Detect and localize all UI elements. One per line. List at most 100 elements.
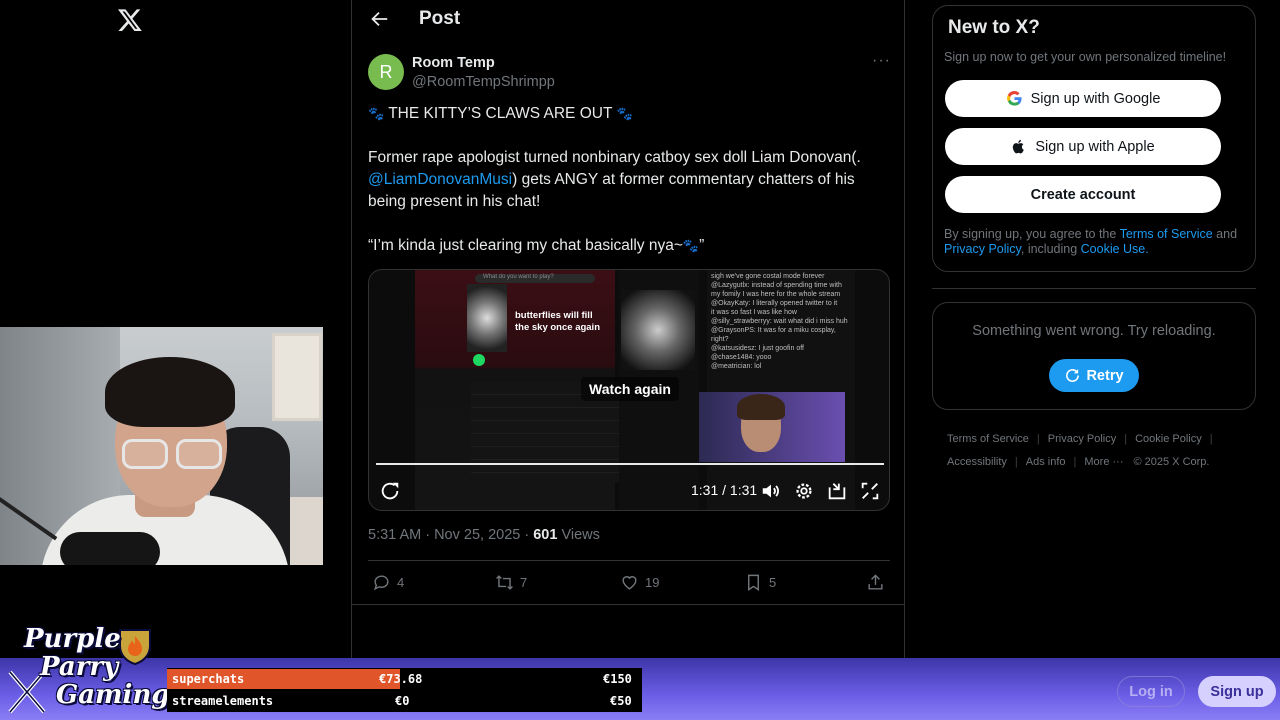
brand-line-1: Purple — [24, 624, 121, 654]
refresh-icon — [1066, 369, 1080, 382]
share-button[interactable] — [866, 570, 885, 594]
apple-signup-label: Sign up with Apple — [1035, 138, 1155, 155]
author-handle[interactable]: @RoomTempShrimpp — [412, 74, 555, 90]
like-button[interactable]: 19 — [620, 570, 659, 594]
picture-in-picture-icon[interactable] — [826, 480, 848, 502]
signup-subtitle: Sign up now to get your own personalized… — [944, 50, 1227, 64]
apple-signup-button[interactable]: Sign up with Apple — [945, 128, 1221, 165]
error-card: Something went wrong. Try reloading. Ret… — [932, 302, 1256, 410]
bookmark-icon — [748, 574, 759, 591]
footer-copyright: © 2025 X Corp. — [1133, 456, 1210, 468]
create-account-button[interactable]: Create account — [945, 176, 1221, 213]
views-label: Views — [557, 527, 600, 543]
goal-current: €73.68 — [379, 672, 423, 686]
video-streamer-cam — [699, 392, 845, 462]
repost-button[interactable]: 7 — [495, 570, 527, 594]
retry-label: Retry — [1086, 367, 1124, 384]
terms-link[interactable]: Terms of Service — [1120, 227, 1213, 241]
bookmark-button[interactable]: 5 — [744, 570, 776, 594]
footer-privacy-link[interactable]: Privacy Policy — [1048, 433, 1116, 445]
settings-gear-icon[interactable] — [793, 480, 815, 502]
signup-title: New to X? — [948, 17, 1040, 38]
page: Post R Room Temp @RoomTempShrimpp ··· 🐾 … — [0, 0, 1280, 720]
more-options-icon[interactable]: ··· — [872, 52, 892, 72]
video-progress-bar[interactable] — [376, 463, 884, 465]
chat-line: @katsusidesz: I just goofin off — [711, 345, 804, 352]
paw-icon: 🐾 — [368, 106, 385, 121]
divider — [352, 604, 905, 605]
cookie-link[interactable]: Cookie Use — [1081, 242, 1146, 256]
reply-button[interactable]: 4 — [372, 570, 404, 594]
stream-brand-logo: Purple Parry Gaming — [6, 624, 170, 720]
footer-tos-link[interactable]: Terms of Service — [947, 433, 1029, 445]
signup-card: New to X? Sign up now to get your own pe… — [932, 5, 1256, 272]
google-signup-button[interactable]: Sign up with Google — [945, 80, 1221, 117]
goal-streamelements: streamelements €0 €50 — [167, 691, 642, 711]
paw-icon: 🐾 — [682, 238, 700, 253]
legal-text: . — [1145, 242, 1149, 256]
video-chat: sigh we've gone costal mode forever @Laz… — [707, 270, 855, 510]
share-icon — [868, 573, 883, 590]
webcam-overlay — [0, 327, 323, 565]
privacy-link[interactable]: Privacy Policy — [944, 242, 1021, 256]
legal-text: and — [1212, 227, 1238, 241]
footer-ads-link[interactable]: Ads info — [1026, 456, 1066, 468]
apple-icon — [1013, 139, 1025, 154]
chat-line: @Lazygutlx: instead of spending time wit… — [711, 282, 842, 298]
google-icon — [1006, 90, 1022, 106]
video-time: 1:31 / 1:31 — [691, 482, 758, 498]
chat-line: @silly_strawberryy: wait what did i miss… — [711, 318, 848, 325]
post-line-1: THE KITTY’S CLAWS ARE OUT — [388, 105, 613, 122]
brand-line-3: Gaming — [56, 680, 170, 710]
replay-icon[interactable] — [379, 480, 401, 502]
retry-button[interactable]: Retry — [1049, 359, 1139, 392]
goal-target: €150 — [603, 672, 632, 686]
bookmark-count: 5 — [769, 574, 777, 590]
goal-current: €0 — [395, 694, 410, 708]
post-meta: 5:31 AM · Nov 25, 2025 · 601 Views — [368, 527, 600, 543]
author-name[interactable]: Room Temp — [412, 55, 495, 71]
login-button[interactable]: Log in — [1117, 676, 1185, 707]
footer-cookie-link[interactable]: Cookie Policy — [1135, 433, 1202, 445]
legal-text: By signing up, you agree to the — [944, 227, 1120, 241]
volume-icon[interactable] — [760, 480, 782, 502]
post-column: Post R Room Temp @RoomTempShrimpp ··· 🐾 … — [351, 0, 905, 658]
post-text: 🐾 THE KITTY’S CLAWS ARE OUT 🐾 Former rap… — [368, 103, 893, 279]
goal-superchats: superchats €73.68 €150 — [167, 669, 642, 689]
watch-again-button[interactable]: Watch again — [581, 377, 679, 401]
footer-accessibility-link[interactable]: Accessibility — [947, 456, 1007, 468]
signup-button[interactable]: Sign up — [1198, 676, 1276, 707]
fullscreen-icon[interactable] — [859, 480, 881, 502]
legal-text: , including — [1020, 242, 1081, 256]
author-avatar[interactable]: R — [368, 54, 404, 90]
footer-links: Terms of Service | Privacy Policy | Cookie P… — [947, 433, 1213, 468]
chat-line: sigh we've gone costal mode forever — [711, 273, 825, 280]
like-count: 19 — [645, 574, 660, 590]
post-line-3-end: ” — [699, 237, 705, 254]
views-count: 601 — [533, 527, 558, 543]
chat-line: @OkayKaty: I literally opened twitter to… — [711, 300, 838, 307]
repost-icon — [496, 574, 513, 590]
goal-target: €50 — [610, 694, 632, 708]
post-actions: 4 7 19 5 — [368, 570, 890, 594]
post-header: Post — [352, 0, 905, 40]
signup-legal-text: By signing up, you agree to the Terms of… — [944, 227, 1244, 257]
post-line-2a: Former rape apologist turned nonbinary c… — [368, 149, 861, 166]
mention-link[interactable]: @LiamDonovanMusi — [368, 171, 512, 188]
paw-icon: 🐾 — [616, 106, 633, 121]
post-timestamp: 5:31 AM · Nov 25, 2025 · — [368, 527, 534, 543]
page-title: Post — [419, 8, 461, 29]
footer-more-link[interactable]: More ··· — [1084, 456, 1123, 468]
video-player[interactable]: butterflies will fill the sky once again… — [368, 269, 890, 511]
divider — [368, 560, 890, 561]
back-arrow-icon[interactable] — [368, 8, 390, 30]
shield-flame-icon — [119, 629, 151, 666]
error-message: Something went wrong. Try reloading. — [972, 323, 1216, 339]
video-song-title: butterflies will fill the sky once again — [515, 310, 601, 333]
chat-line: @chase1484: yooo — [711, 354, 772, 361]
chat-line: it was so fast I was like how — [711, 309, 797, 316]
chat-line: @meatrician: lol — [711, 363, 762, 370]
x-logo-icon[interactable] — [117, 7, 143, 33]
reply-count: 4 — [397, 574, 405, 590]
donation-goals: superchats €73.68 €150 streamelements €0… — [167, 668, 642, 712]
